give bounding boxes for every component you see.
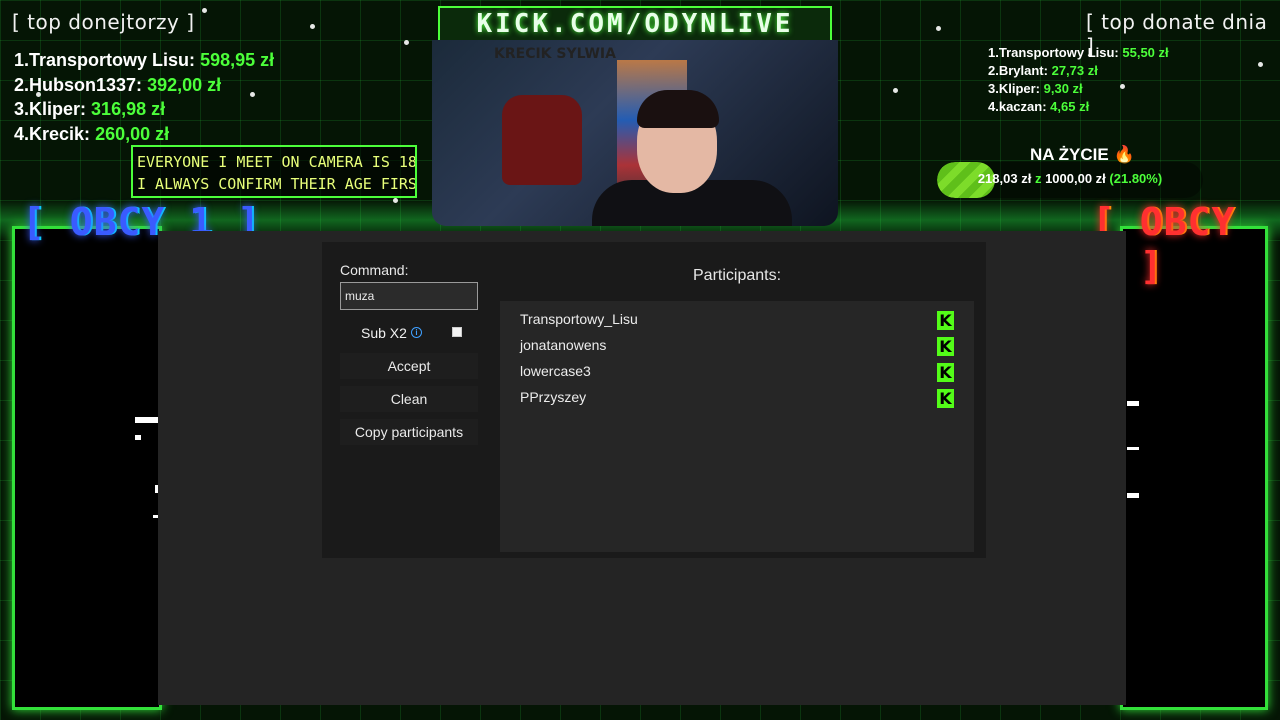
command-label: Command: xyxy=(340,262,409,278)
sub-x2-checkbox[interactable] xyxy=(452,327,462,337)
donor-row: 3.Kliper: 316,98 zł xyxy=(14,97,274,122)
donor-row: 4.kaczan: 4,65 zł xyxy=(988,98,1169,116)
goal-target: 1000,00 zł xyxy=(1045,171,1106,186)
star xyxy=(393,198,398,203)
donor-amount: 260,00 zł xyxy=(95,123,170,144)
rank: 1. xyxy=(988,45,999,60)
goal-current: 218,03 zł xyxy=(977,171,1032,186)
top-donors-title: [ top donejtorzy ] xyxy=(12,10,195,34)
obcy-2-frame xyxy=(1120,226,1268,710)
donor-name: kaczan: xyxy=(998,99,1047,114)
donor-row: 4.Krecik: 260,00 zł xyxy=(14,122,274,147)
donor-name: Kliper: xyxy=(29,99,87,119)
info-icon[interactable]: i xyxy=(411,327,422,338)
donor-name: Krecik: xyxy=(29,123,91,144)
donor-name: Kliper: xyxy=(998,81,1041,96)
participant-row[interactable]: Transportowy_Lisu K xyxy=(520,307,960,331)
star xyxy=(310,24,315,29)
donor-amount: 316,98 zł xyxy=(91,99,166,119)
streamer-hair xyxy=(637,90,719,128)
donor-amount: 27,73 zł xyxy=(1051,63,1098,78)
rank: 3. xyxy=(14,99,30,119)
donor-name: Transportowy Lisu: xyxy=(29,50,196,70)
star xyxy=(404,40,409,45)
rank: 2. xyxy=(988,63,999,78)
participants-list: Transportowy_Lisu K jonatanowens K lower… xyxy=(500,301,974,552)
kick-icon: K xyxy=(937,311,954,330)
obcy-1-frame xyxy=(12,226,162,710)
copy-participants-button[interactable]: Copy participants xyxy=(340,419,478,445)
donor-amount: 55,50 zł xyxy=(1122,45,1169,60)
star xyxy=(936,26,941,31)
donor-amount: 9,30 zł xyxy=(1043,81,1083,96)
glitch-mark xyxy=(1127,447,1139,450)
donor-row: 2.Brylant: 27,73 zł xyxy=(988,62,1169,80)
donor-row: 3.Kliper: 9,30 zł xyxy=(988,80,1169,98)
donor-row: 1.Transportowy Lisu: 598,95 zł xyxy=(14,48,274,73)
participant-name: Transportowy_Lisu xyxy=(520,311,638,327)
participants-title: Participants: xyxy=(693,267,782,284)
glitch-mark xyxy=(1127,401,1139,406)
donor-row: 2.Hubson1337: 392,00 zł xyxy=(14,73,274,98)
glitch-mark xyxy=(1127,493,1139,498)
rank: 3. xyxy=(988,81,999,96)
participant-row[interactable]: jonatanowens K xyxy=(520,333,960,357)
rank: 4. xyxy=(988,99,999,114)
glitch-mark xyxy=(135,417,159,423)
star xyxy=(893,88,898,93)
warning-line-1: EVERYONE I MEET ON CAMERA IS 18+ xyxy=(137,153,417,171)
participant-row[interactable]: lowercase3 K xyxy=(520,359,960,383)
kick-icon: K xyxy=(937,389,954,408)
clean-button[interactable]: Clean xyxy=(340,386,478,412)
sub-x2-label: Sub X2 xyxy=(361,325,407,341)
participant-name: jonatanowens xyxy=(520,337,607,353)
donor-name: Brylant: xyxy=(998,63,1048,78)
chair xyxy=(502,95,582,185)
kick-icon: K xyxy=(937,337,954,356)
top-donors-list: 1.Transportowy Lisu: 598,95 zł 2.Hubson1… xyxy=(14,48,274,146)
age-warning-box: EVERYONE I MEET ON CAMERA IS 18+ I ALWAY… xyxy=(131,145,417,198)
rank: 4. xyxy=(14,123,30,144)
webcam-feed: KRECIK SYLWIA xyxy=(432,40,838,226)
goal-progress-text: 218,03 zł z 1000,00 zł (21.80%) xyxy=(937,171,1203,186)
donor-amount: 392,00 zł xyxy=(147,74,222,95)
rank: 2. xyxy=(14,74,30,95)
goal-progress-bar: 218,03 zł z 1000,00 zł (21.80%) xyxy=(937,162,1203,198)
star xyxy=(1258,62,1263,67)
kick-icon: K xyxy=(937,363,954,382)
donor-amount: 598,95 zł xyxy=(200,50,275,70)
glitch-mark xyxy=(135,435,141,440)
wall-text: KRECIK SYLWIA xyxy=(494,46,616,62)
goal-percent: (21.80%) xyxy=(1109,171,1163,186)
warning-line-2: I ALWAYS CONFIRM THEIR AGE FIRST! xyxy=(137,175,417,193)
participant-row[interactable]: PPrzyszey K xyxy=(520,385,960,409)
goal-separator: z xyxy=(1034,171,1042,186)
donor-amount: 4,65 zł xyxy=(1050,99,1090,114)
top-donate-day-list: 1.Transportowy Lisu: 55,50 zł 2.Brylant:… xyxy=(988,44,1169,116)
participant-name: lowercase3 xyxy=(520,363,591,379)
donor-name: Hubson1337: xyxy=(29,74,143,95)
rank: 1. xyxy=(14,50,30,70)
star xyxy=(202,8,207,13)
donor-name: Transportowy Lisu: xyxy=(998,45,1119,60)
donor-row: 1.Transportowy Lisu: 55,50 zł xyxy=(988,44,1169,62)
command-input[interactable] xyxy=(340,282,478,310)
accept-button[interactable]: Accept xyxy=(340,353,478,379)
participant-name: PPrzyszey xyxy=(520,389,587,405)
channel-banner: KICK.COM/ODYNLIVE xyxy=(438,6,832,42)
